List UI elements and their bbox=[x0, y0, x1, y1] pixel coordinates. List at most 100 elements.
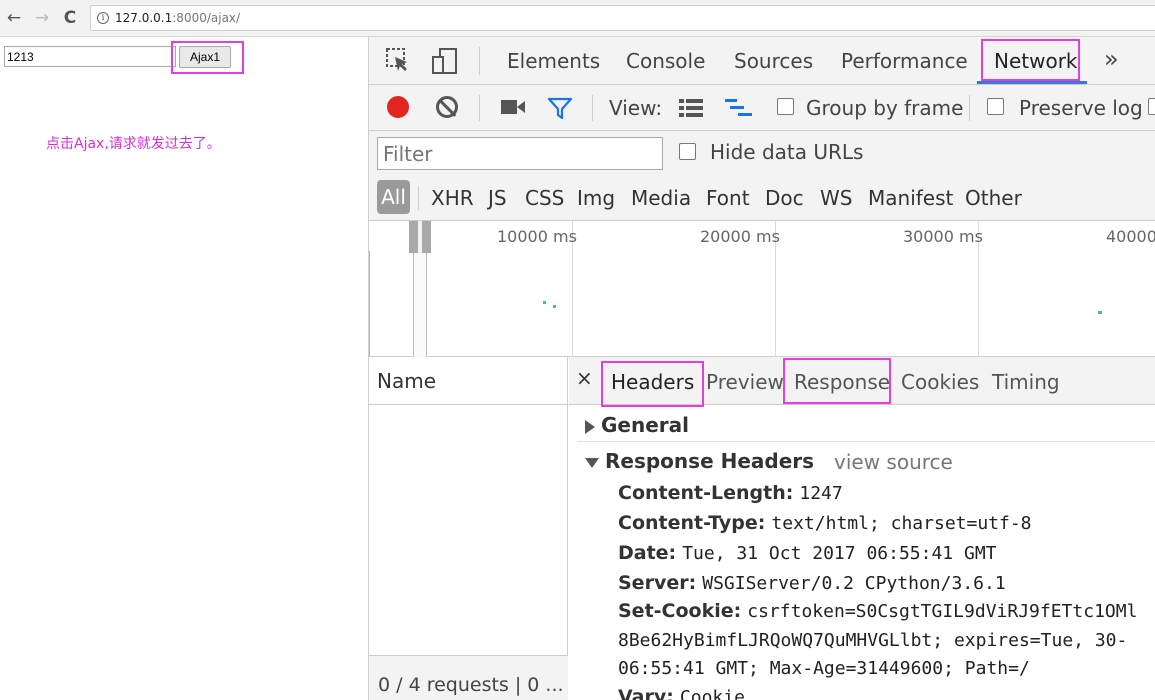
group-by-frame-checkbox[interactable] bbox=[777, 98, 794, 115]
header-row: Vary: Cookie bbox=[618, 686, 745, 700]
header-key: Content-Length: bbox=[618, 482, 794, 504]
response-headers-section[interactable]: Response Headers bbox=[585, 449, 814, 473]
devtools-panel: Elements Console Sources Performance Net… bbox=[368, 37, 1155, 700]
type-filter-img[interactable]: Img bbox=[577, 186, 615, 210]
device-toolbar-icon[interactable] bbox=[431, 47, 459, 81]
header-value: Cookie bbox=[679, 687, 745, 700]
header-row: Content-Length: 1247 bbox=[618, 482, 843, 504]
view-source-link[interactable]: view source bbox=[834, 450, 953, 474]
tab-sources[interactable]: Sources bbox=[734, 49, 813, 73]
url-path: :8000/ajax/ bbox=[172, 11, 241, 25]
timeline-label: 10000 ms bbox=[497, 227, 577, 246]
highlight-box bbox=[601, 361, 704, 407]
type-filter-font[interactable]: Font bbox=[706, 186, 750, 210]
reload-icon[interactable]: C bbox=[60, 8, 80, 28]
view-label: View: bbox=[609, 96, 663, 120]
type-filter-doc[interactable]: Doc bbox=[765, 186, 804, 210]
header-value-continued: 8Be62HyBimfLJRQoWQ7QuMHVGLlbt; expires=T… bbox=[618, 630, 1128, 651]
highlight-box bbox=[783, 358, 891, 404]
filter-input[interactable] bbox=[377, 137, 663, 170]
network-toolbar: View: Group by frame Preserve log bbox=[369, 85, 1155, 131]
collapse-arrow-icon bbox=[585, 457, 599, 468]
divider bbox=[577, 441, 1155, 442]
header-row: Content-Type: text/html; charset=utf-8 bbox=[618, 512, 1032, 534]
header-key: Server: bbox=[618, 572, 697, 594]
info-icon[interactable]: i bbox=[97, 12, 109, 24]
filter-bar: Hide data URLs All XHR JS CSS Img Media … bbox=[369, 131, 1155, 221]
browser-toolbar: ← → C i 127.0.0.1:8000/ajax/ bbox=[0, 0, 1155, 37]
type-filter-ws[interactable]: WS bbox=[820, 186, 852, 210]
header-row: Set-Cookie: csrftoken=S0CsgtTGIL9dViRJ9f… bbox=[618, 600, 1137, 622]
hide-data-urls-checkbox[interactable] bbox=[679, 143, 696, 160]
header-key: Date: bbox=[618, 542, 677, 564]
timeline-label: 40000 bbox=[1106, 227, 1155, 246]
timeline-label: 20000 ms bbox=[700, 227, 780, 246]
detail-tabbar: × Headers Preview Response Cookies Timin… bbox=[569, 357, 1155, 407]
divider bbox=[479, 95, 480, 121]
address-bar[interactable]: i 127.0.0.1:8000/ajax/ bbox=[90, 5, 1155, 31]
active-tab-indicator bbox=[977, 81, 1087, 84]
type-filter-all[interactable]: All bbox=[377, 180, 410, 214]
filter-icon[interactable] bbox=[547, 96, 573, 126]
tab-elements[interactable]: Elements bbox=[507, 49, 600, 73]
general-section[interactable]: General bbox=[585, 413, 689, 437]
timeline-marker bbox=[369, 251, 370, 357]
expand-arrow-icon bbox=[585, 419, 595, 434]
header-value: text/html; charset=utf-8 bbox=[771, 513, 1032, 534]
header-value-continued: 06:55:41 GMT; Max-Age=31449600; Path=/ bbox=[618, 658, 1030, 679]
divider bbox=[479, 47, 480, 75]
tab-cookies[interactable]: Cookies bbox=[901, 370, 979, 394]
timeline-label: 30000 ms bbox=[903, 227, 983, 246]
list-view-icon[interactable] bbox=[678, 97, 704, 125]
header-value: 1247 bbox=[799, 483, 843, 504]
type-filter-js[interactable]: JS bbox=[488, 186, 507, 210]
disable-cache-checkbox[interactable] bbox=[1148, 98, 1155, 115]
header-key: Vary: bbox=[618, 686, 674, 700]
header-value: WSGIServer/0.2 CPython/3.6.1 bbox=[702, 573, 1006, 594]
timeline-grip[interactable] bbox=[409, 221, 431, 253]
header-row: Server: WSGIServer/0.2 CPython/3.6.1 bbox=[618, 572, 1006, 594]
network-overview-timeline[interactable]: 10000 ms 20000 ms 30000 ms 40000 bbox=[369, 221, 1155, 357]
type-filter-manifest[interactable]: Manifest bbox=[868, 186, 953, 210]
arrow-right-icon[interactable]: → bbox=[32, 8, 52, 28]
request-dot bbox=[1098, 311, 1102, 314]
waterfall-view-icon[interactable] bbox=[724, 97, 754, 125]
request-dot bbox=[553, 305, 556, 308]
more-tabs-icon[interactable]: » bbox=[1104, 45, 1119, 73]
header-row: Date: Tue, 31 Oct 2017 06:55:41 GMT bbox=[618, 542, 997, 564]
tab-preview[interactable]: Preview bbox=[706, 370, 784, 394]
type-filter-xhr[interactable]: XHR bbox=[431, 186, 474, 210]
preserve-log-label: Preserve log bbox=[1019, 96, 1143, 120]
type-filter-other[interactable]: Other bbox=[965, 186, 1022, 210]
ajax1-button[interactable]: Ajax1 bbox=[179, 46, 231, 68]
clear-icon[interactable] bbox=[436, 96, 458, 118]
request-details: × Headers Preview Response Cookies Timin… bbox=[569, 357, 1155, 700]
tab-performance[interactable]: Performance bbox=[841, 49, 968, 73]
devtools-tabbar: Elements Console Sources Performance Net… bbox=[369, 37, 1155, 85]
request-dot bbox=[543, 301, 546, 304]
record-icon[interactable] bbox=[387, 96, 409, 118]
status-summary: 0 / 4 requests | 0 ... bbox=[369, 655, 568, 700]
header-value: Tue, 31 Oct 2017 06:55:41 GMT bbox=[682, 543, 997, 564]
type-filter-css[interactable]: CSS bbox=[525, 186, 564, 210]
video-camera-icon[interactable] bbox=[499, 94, 527, 126]
general-label: General bbox=[601, 413, 689, 437]
text-input[interactable] bbox=[4, 46, 176, 67]
divider bbox=[418, 186, 419, 210]
header-value: csrftoken=S0CsgtTGIL9dViRJ9fETtc1OMl bbox=[747, 601, 1138, 622]
arrow-left-icon[interactable]: ← bbox=[4, 8, 24, 28]
type-filter-media[interactable]: Media bbox=[631, 186, 691, 210]
url-host: 127.0.0.1 bbox=[115, 11, 173, 25]
divider bbox=[592, 95, 593, 121]
close-icon[interactable]: × bbox=[576, 366, 593, 390]
inspect-element-icon[interactable] bbox=[385, 47, 411, 79]
header-key: Content-Type: bbox=[618, 512, 766, 534]
preserve-log-checkbox[interactable] bbox=[987, 98, 1004, 115]
group-by-frame-label: Group by frame bbox=[806, 96, 964, 120]
divider bbox=[969, 95, 970, 121]
tab-timing[interactable]: Timing bbox=[992, 370, 1060, 394]
header-key: Set-Cookie: bbox=[618, 600, 742, 622]
tab-console[interactable]: Console bbox=[626, 49, 705, 73]
hide-data-urls-label: Hide data URLs bbox=[710, 140, 864, 164]
name-column-header[interactable]: Name bbox=[369, 357, 568, 405]
